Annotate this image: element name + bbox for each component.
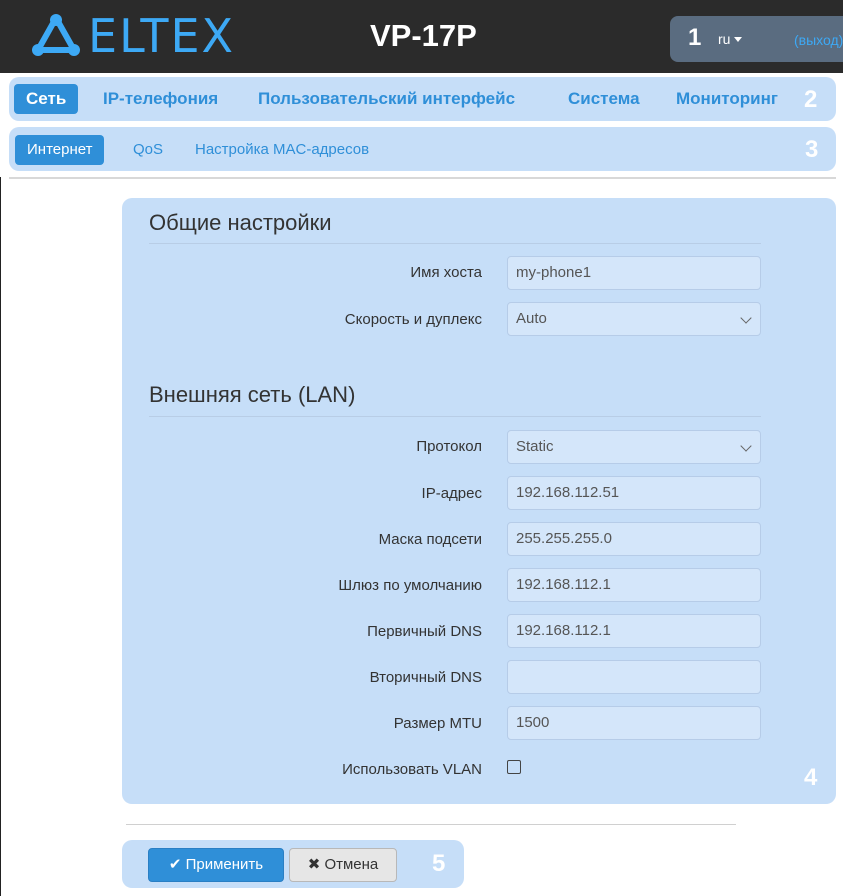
- gateway-label: Шлюз по умолчанию: [338, 577, 482, 594]
- lan-title: Внешняя сеть (LAN): [149, 382, 356, 407]
- tab-ip-telephony[interactable]: IP-телефония: [91, 84, 230, 114]
- callout-5: 5: [432, 850, 446, 877]
- check-icon: ✔: [168, 856, 182, 873]
- mtu-input[interactable]: 1500: [507, 706, 761, 740]
- mtu-label: Размер MTU: [393, 715, 482, 732]
- actions-bar: ✔ Применить ✖ Отмена 5: [122, 840, 464, 888]
- primary-dns-input[interactable]: 192.168.112.1: [507, 614, 761, 648]
- apply-label: Применить: [185, 856, 264, 873]
- tab-user-interface[interactable]: Пользовательский интерфейс: [246, 84, 527, 114]
- cancel-button[interactable]: ✖ Отмена: [289, 848, 397, 882]
- sub-nav: Интернет QoS Настройка MAC-адресов 3: [9, 127, 836, 171]
- hostname-label: Имя хоста: [410, 264, 482, 281]
- device-model: VP-17P: [370, 18, 477, 53]
- protocol-value: Static: [516, 438, 554, 455]
- secondary-dns-label: Вторичный DNS: [369, 669, 482, 686]
- vlan-checkbox[interactable]: [507, 760, 521, 774]
- callout-2: 2: [804, 86, 818, 113]
- subtab-qos[interactable]: QoS: [121, 135, 175, 165]
- subnet-mask-input[interactable]: 255.255.255.0: [507, 522, 761, 556]
- callout-4: 4: [804, 764, 818, 791]
- chevron-down-icon: [740, 312, 752, 324]
- header-user-box: 1 ru (выход): [670, 16, 843, 62]
- section-divider: [149, 243, 761, 244]
- logo-text: ELTEX: [88, 9, 236, 63]
- primary-dns-label: Первичный DNS: [367, 623, 482, 640]
- main-nav: Сеть IP-телефония Пользовательский интер…: [9, 77, 836, 121]
- ip-address-label: IP-адрес: [421, 485, 482, 502]
- tab-network[interactable]: Сеть: [14, 84, 79, 114]
- logout-link[interactable]: (выход): [794, 32, 843, 48]
- vlan-label: Использовать VLAN: [342, 761, 482, 778]
- footer-divider: [126, 824, 736, 825]
- subtab-mac-settings[interactable]: Настройка MAC-адресов: [183, 135, 381, 165]
- speed-duplex-value: Auto: [516, 310, 547, 327]
- language-dropdown[interactable]: ru: [718, 31, 743, 47]
- callout-3: 3: [805, 136, 819, 163]
- language-value: ru: [718, 31, 731, 47]
- hostname-input[interactable]: my-phone1: [507, 256, 761, 290]
- general-settings-title: Общие настройки: [149, 210, 332, 235]
- subtab-internet[interactable]: Интернет: [15, 135, 105, 165]
- cancel-label: Отмена: [324, 856, 379, 873]
- protocol-label: Протокол: [416, 438, 482, 455]
- caret-down-icon: [734, 37, 743, 42]
- ip-address-input[interactable]: 192.168.112.51: [507, 476, 761, 510]
- nav-separator: [9, 177, 836, 179]
- section-divider: [149, 416, 761, 417]
- close-icon: ✖: [307, 856, 321, 873]
- callout-1: 1: [688, 24, 702, 51]
- top-header: ELTEX VP-17P 1 ru (выход): [0, 0, 843, 73]
- eltex-logo-icon: [32, 14, 80, 56]
- protocol-select[interactable]: Static: [507, 430, 761, 464]
- tab-system[interactable]: Система: [556, 84, 652, 114]
- speed-duplex-label: Скорость и дуплекс: [344, 311, 482, 328]
- tab-monitoring[interactable]: Мониторинг: [664, 84, 790, 114]
- chevron-down-icon: [740, 440, 752, 452]
- page-left-border: [0, 177, 1, 896]
- eltex-logo: ELTEX: [30, 9, 236, 63]
- secondary-dns-input[interactable]: [507, 660, 761, 694]
- apply-button[interactable]: ✔ Применить: [148, 848, 284, 882]
- settings-panel: Общие настройки Имя хоста my-phone1 Скор…: [122, 198, 836, 804]
- subnet-mask-label: Маска подсети: [378, 531, 482, 548]
- gateway-input[interactable]: 192.168.112.1: [507, 568, 761, 602]
- speed-duplex-select[interactable]: Auto: [507, 302, 761, 336]
